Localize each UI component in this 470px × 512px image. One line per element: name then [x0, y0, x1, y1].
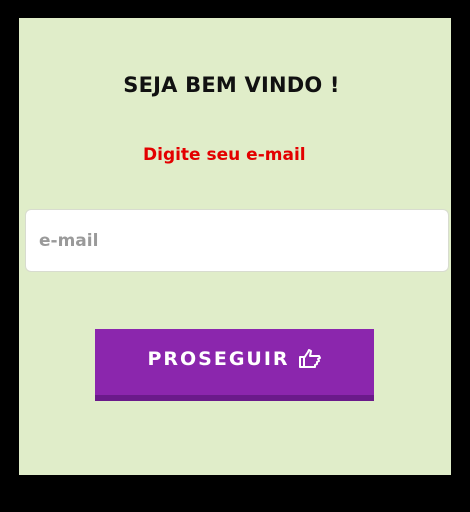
- pointing-hand-icon: [298, 348, 322, 370]
- app-frame: SEJA BEM VINDO ! Digite seu e-mail PROSE…: [0, 0, 470, 512]
- welcome-panel: SEJA BEM VINDO ! Digite seu e-mail PROSE…: [19, 18, 451, 475]
- proceed-button-label: PROSEGUIR: [147, 348, 290, 370]
- welcome-title: SEJA BEM VINDO !: [123, 73, 340, 97]
- proceed-button[interactable]: PROSEGUIR: [95, 329, 374, 401]
- email-prompt: Digite seu e-mail: [143, 145, 306, 165]
- email-input[interactable]: [25, 209, 449, 272]
